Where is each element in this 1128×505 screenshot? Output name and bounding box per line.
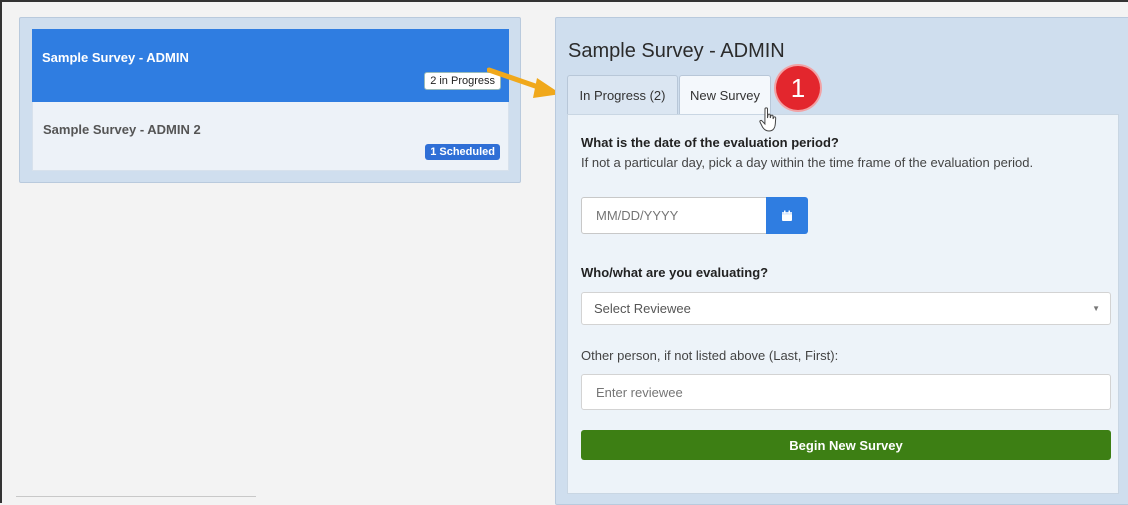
date-input[interactable] xyxy=(581,197,767,234)
chevron-down-icon: ▼ xyxy=(1092,304,1100,313)
tab-label: In Progress (2) xyxy=(579,87,666,103)
date-help-text: If not a particular day, pick a day with… xyxy=(581,155,1034,170)
survey-list-item-admin-2[interactable]: Sample Survey - ADMIN 2 1 Scheduled xyxy=(32,102,509,171)
calendar-button[interactable] xyxy=(766,197,808,234)
reviewee-select-value: Select Reviewee xyxy=(594,301,691,316)
who-question-label: Who/what are you evaluating? xyxy=(581,265,769,280)
hand-cursor-icon xyxy=(759,107,777,132)
begin-button-label: Begin New Survey xyxy=(789,437,903,453)
date-question-label: What is the date of the evaluation perio… xyxy=(581,135,839,150)
survey-list-panel: Sample Survey - ADMIN 2 in Progress Samp… xyxy=(19,17,521,183)
survey-item-title: Sample Survey - ADMIN xyxy=(42,50,189,65)
other-reviewee-input[interactable] xyxy=(581,374,1111,410)
tab-new-survey[interactable]: New Survey xyxy=(679,75,771,115)
survey-item-title: Sample Survey - ADMIN 2 xyxy=(43,122,201,137)
tab-label: New Survey xyxy=(689,88,761,103)
survey-list-item-admin[interactable]: Sample Survey - ADMIN 2 in Progress xyxy=(32,29,509,102)
survey-detail-panel: Sample Survey - ADMIN In Progress (2) Ne… xyxy=(555,17,1128,505)
new-survey-form: What is the date of the evaluation perio… xyxy=(567,114,1119,494)
page-title: Sample Survey - ADMIN xyxy=(568,40,785,62)
begin-new-survey-button[interactable]: Begin New Survey xyxy=(581,430,1111,460)
divider xyxy=(16,496,256,497)
scheduled-badge: 1 Scheduled xyxy=(425,144,500,160)
other-person-label: Other person, if not listed above (Last,… xyxy=(581,348,839,363)
step-number-badge: 1 xyxy=(776,66,820,110)
tab-in-progress[interactable]: In Progress (2) xyxy=(567,75,678,114)
calendar-icon xyxy=(782,210,792,221)
app-frame: Sample Survey - ADMIN 2 in Progress Samp… xyxy=(0,0,1128,505)
reviewee-select[interactable]: Select Reviewee ▼ xyxy=(581,292,1111,325)
